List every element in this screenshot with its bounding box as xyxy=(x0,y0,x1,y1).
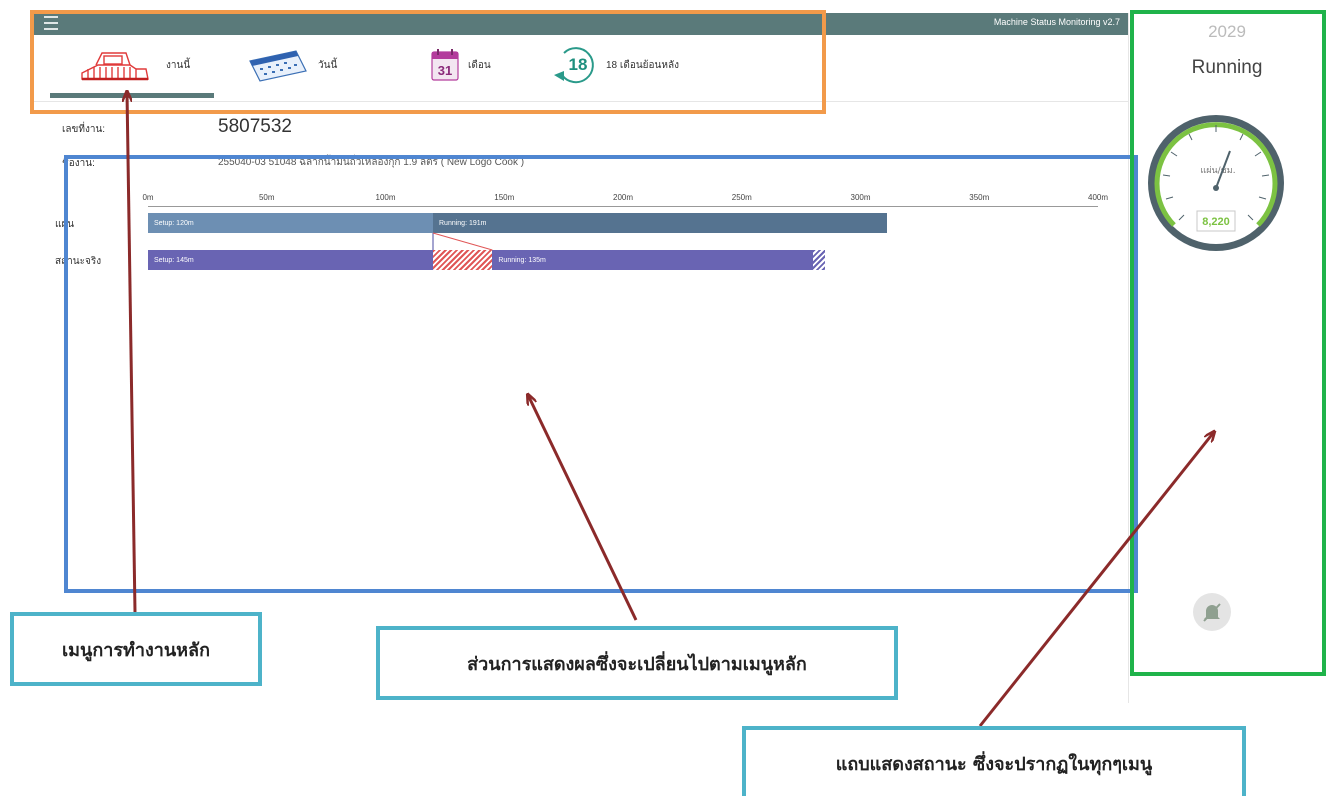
arrow-to-display xyxy=(528,395,638,621)
callout-status-bar: แถบแสดงสถานะ ซึ่งจะปรากฏในทุกๆเมนู xyxy=(742,726,1246,796)
arrow-to-status xyxy=(978,432,1214,727)
callout-main-menu: เมนูการทำงานหลัก xyxy=(10,612,262,686)
callout-display-area: ส่วนการแสดงผลซึ่งจะเปลี่ยนไปตามเมนูหลัก xyxy=(376,626,898,700)
arrow-to-menu xyxy=(127,92,137,613)
